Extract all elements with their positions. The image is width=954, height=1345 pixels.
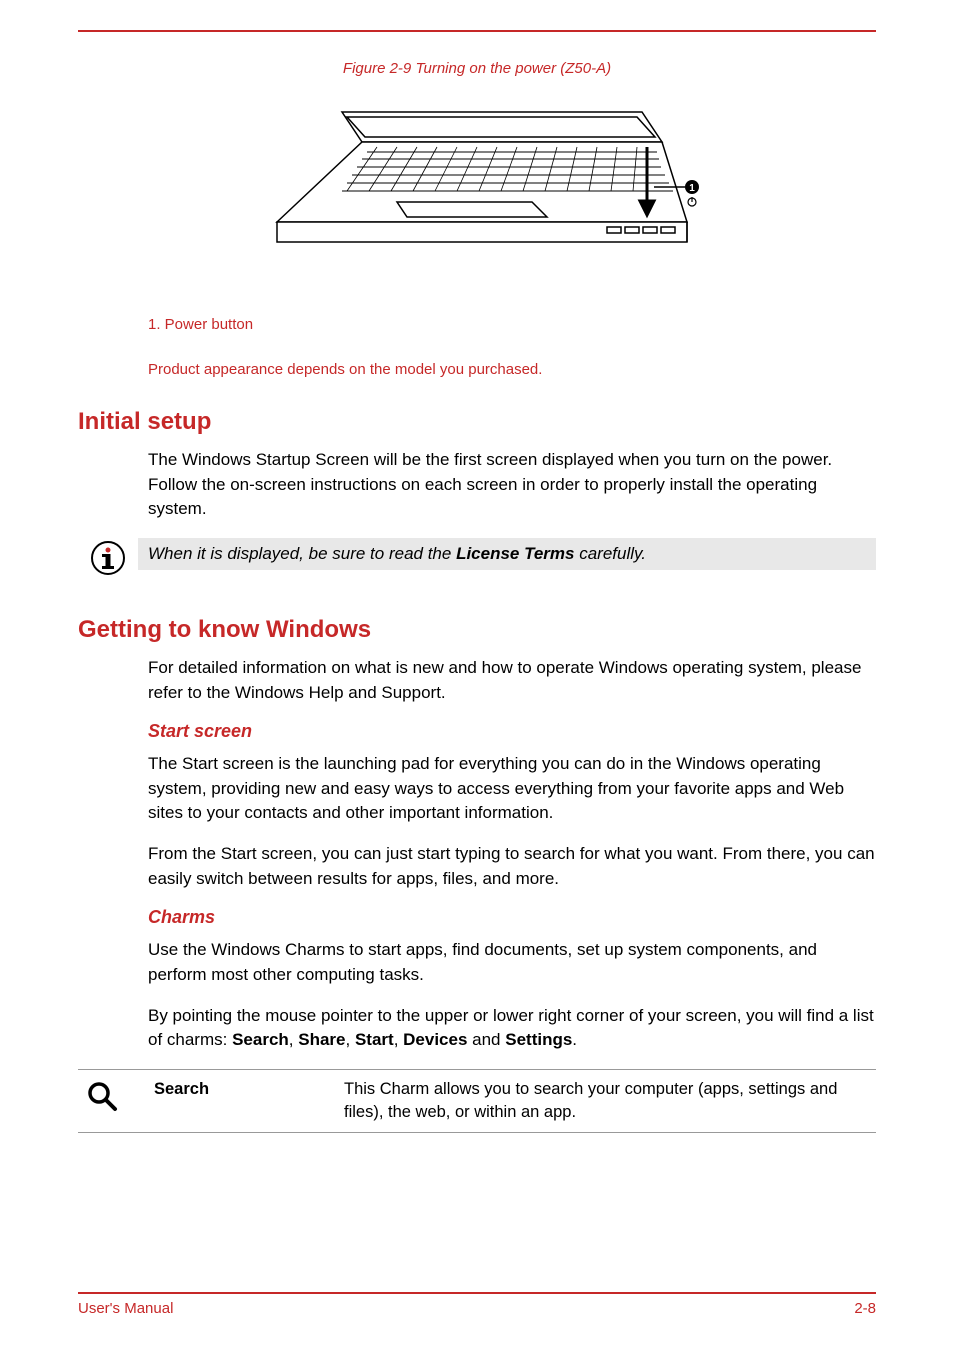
charm-row-desc: This Charm allows you to search your com… [338, 1069, 876, 1132]
start-screen-p2: From the Start screen, you can just star… [148, 842, 876, 891]
initial-setup-paragraph: The Windows Startup Screen will be the f… [148, 448, 876, 522]
charm-name-devices: Devices [403, 1030, 467, 1049]
charm-name-search: Search [232, 1030, 289, 1049]
charm-name-settings: Settings [505, 1030, 572, 1049]
heading-charms: Charms [148, 907, 876, 928]
charm-row-name: Search [148, 1069, 338, 1132]
footer-left: User's Manual [78, 1300, 173, 1317]
note-bold: License Terms [456, 544, 574, 563]
note-prefix: When it is displayed, be sure to read th… [148, 544, 456, 563]
charms-p2: By pointing the mouse pointer to the upp… [148, 1004, 876, 1053]
info-icon [78, 538, 138, 576]
callout-number: 1 [689, 183, 695, 194]
footer-right: 2-8 [854, 1300, 876, 1317]
heading-initial-setup: Initial setup [78, 408, 876, 436]
figure-caption: Figure 2-9 Turning on the power (Z50-A) [78, 60, 876, 77]
charm-name-share: Share [298, 1030, 345, 1049]
product-appearance-note: Product appearance depends on the model … [148, 361, 876, 378]
top-divider [78, 30, 876, 32]
start-screen-p1: The Start screen is the launching pad fo… [148, 752, 876, 826]
search-icon [84, 1100, 120, 1118]
figure-image: 1 [78, 87, 876, 302]
windows-paragraph: For detailed information on what is new … [148, 656, 876, 705]
figure-legend: 1. Power button [148, 316, 876, 333]
note-suffix: carefully. [575, 544, 647, 563]
table-row: Search This Charm allows you to search y… [78, 1069, 876, 1132]
charm-name-start: Start [355, 1030, 394, 1049]
license-terms-note: When it is displayed, be sure to read th… [78, 538, 876, 576]
page-footer: User's Manual 2-8 [78, 1292, 876, 1317]
charms-p1: Use the Windows Charms to start apps, fi… [148, 938, 876, 987]
charms-table: Search This Charm allows you to search y… [78, 1069, 876, 1133]
heading-getting-to-know-windows: Getting to know Windows [78, 616, 876, 644]
heading-start-screen: Start screen [148, 721, 876, 742]
